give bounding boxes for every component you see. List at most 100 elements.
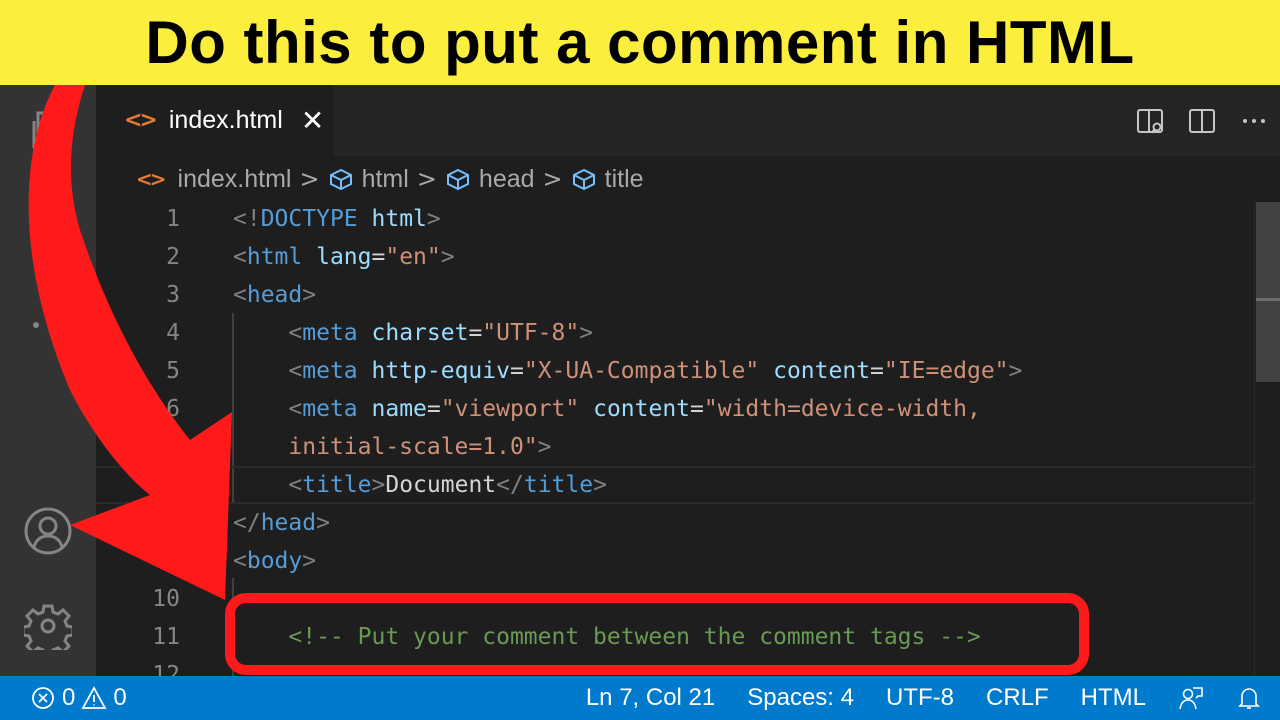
open-preview-button[interactable] [1124, 101, 1176, 141]
code-token: > [302, 548, 317, 574]
code-token: = [468, 320, 483, 346]
code-text: <meta http-equiv="X-UA-Compatible" conte… [233, 358, 1022, 384]
code-token: "UTF-8" [482, 320, 580, 346]
code-token: "viewport" [440, 396, 580, 422]
code-line[interactable]: 7 <title>Document</title> [96, 466, 1254, 504]
scrollbar-thumb[interactable] [1256, 202, 1280, 382]
symbol-element-icon [446, 168, 469, 191]
code-line[interactable]: 12 [96, 656, 1254, 676]
breadcrumb-file[interactable]: <> index.html [136, 165, 291, 194]
code-token: DOCTYPE [260, 206, 358, 232]
code-token: = [870, 358, 884, 384]
code-token: > [579, 320, 594, 346]
code-line[interactable]: 2 <html lang="en"> [96, 238, 1254, 276]
breadcrumb-label: html [361, 164, 409, 193]
split-preview-icon [1137, 108, 1163, 133]
cursor-position-marker [1256, 298, 1280, 301]
code-token: < [288, 472, 303, 498]
code-token: = [509, 358, 524, 384]
chevron-right-icon: > [542, 165, 563, 193]
code-text: <!DOCTYPE html> [233, 206, 441, 232]
search-icon[interactable] [24, 199, 72, 247]
code-token: < [233, 282, 247, 308]
code-token: http-equiv [371, 358, 510, 384]
line-number: 12 [152, 662, 180, 676]
code-token: = [426, 396, 441, 422]
chevron-right-icon: > [416, 165, 437, 193]
code-token: > [316, 510, 330, 536]
code-line[interactable]: 6 <meta name="viewport" content="width=d… [96, 390, 1254, 428]
code-text: initial-scale=1.0"> [233, 434, 552, 460]
status-bar: 0 0 Ln 7, Col 21 Spaces: 4 UTF-8 CRLF HT… [0, 676, 1280, 720]
code-token: < [288, 396, 303, 422]
encoding[interactable]: UTF-8 [886, 684, 954, 712]
code-line[interactable]: 3 <head> [96, 276, 1254, 314]
error-icon [30, 685, 56, 711]
editor-scrollbar[interactable] [1254, 202, 1280, 676]
feedback-icon[interactable] [1178, 685, 1204, 711]
code-token: < [288, 358, 303, 384]
code-token: lang [316, 244, 372, 270]
more-icon[interactable] [24, 301, 72, 349]
explorer-icon[interactable] [24, 105, 72, 153]
code-line[interactable]: 10 [96, 580, 1254, 618]
code-line[interactable]: initial-scale=1.0"> [96, 428, 1254, 466]
banner-title: Do this to put a comment in HTML [145, 9, 1135, 76]
code-token: meta [302, 320, 358, 346]
problems-indicator[interactable]: 0 0 [0, 684, 127, 712]
tab-label: index.html [168, 106, 283, 134]
line-number: 9 [166, 548, 180, 574]
split-editor-button[interactable] [1176, 101, 1228, 141]
code-text: </head> [233, 510, 330, 536]
code-text: <meta name="viewport" content="width=dev… [233, 396, 981, 422]
html-file-icon: <> [136, 167, 166, 191]
breadcrumb-label: head [478, 164, 535, 193]
code-token: = [690, 396, 704, 422]
language-mode[interactable]: HTML [1081, 684, 1146, 712]
line-number: 1 [166, 206, 180, 232]
code-line[interactable]: 5 <meta http-equiv="X-UA-Compatible" con… [96, 352, 1254, 390]
settings-gear-icon[interactable] [21, 602, 75, 658]
code-token: meta [302, 358, 358, 384]
code-token: > [302, 282, 317, 308]
code-editor[interactable]: 1 <!DOCTYPE html> 2 <html lang="en"> 3 <head>… [96, 202, 1254, 676]
title-banner: Do this to put a comment in HTML [0, 0, 1280, 85]
code-line[interactable]: 11 <!-- Put your comment between the com… [96, 618, 1254, 656]
indentation[interactable]: Spaces: 4 [747, 684, 854, 712]
code-line[interactable]: 1 <!DOCTYPE html> [96, 202, 1254, 238]
breadcrumb-file-label: index.html [177, 164, 292, 193]
cursor-position[interactable]: Ln 7, Col 21 [586, 684, 715, 712]
code-token: > [426, 206, 441, 232]
accounts-icon[interactable] [24, 507, 72, 555]
code-token: > [537, 434, 552, 460]
line-number: 10 [152, 586, 180, 612]
close-icon[interactable]: ✕ [301, 104, 324, 137]
code-text: <title>Document</title> [233, 472, 607, 498]
end-of-line[interactable]: CRLF [986, 684, 1049, 712]
chevron-right-icon: > [299, 165, 320, 193]
code-token: "width=device-width, [703, 396, 981, 422]
breadcrumb-item-title[interactable]: title [571, 165, 644, 194]
tab-index-html[interactable]: <> index.html ✕ [96, 85, 334, 156]
code-token: "IE=edge" [883, 358, 1009, 384]
code-token: Document [385, 472, 497, 498]
code-line[interactable]: 9 <body> [96, 542, 1254, 580]
editor-actions [1124, 85, 1280, 156]
symbol-element-icon [329, 168, 352, 191]
code-line[interactable]: 8 </head> [96, 504, 1254, 542]
code-line[interactable]: 4 <meta charset="UTF-8"> [96, 314, 1254, 352]
notifications-bell-icon[interactable] [1236, 685, 1262, 711]
line-number: 2 [166, 244, 180, 270]
breadcrumb-item-head[interactable]: head [445, 165, 535, 194]
breadcrumb-item-html[interactable]: html [328, 165, 409, 194]
html-file-icon: <> [124, 108, 158, 133]
code-token: > [440, 244, 455, 270]
more-actions-button[interactable] [1228, 101, 1280, 141]
